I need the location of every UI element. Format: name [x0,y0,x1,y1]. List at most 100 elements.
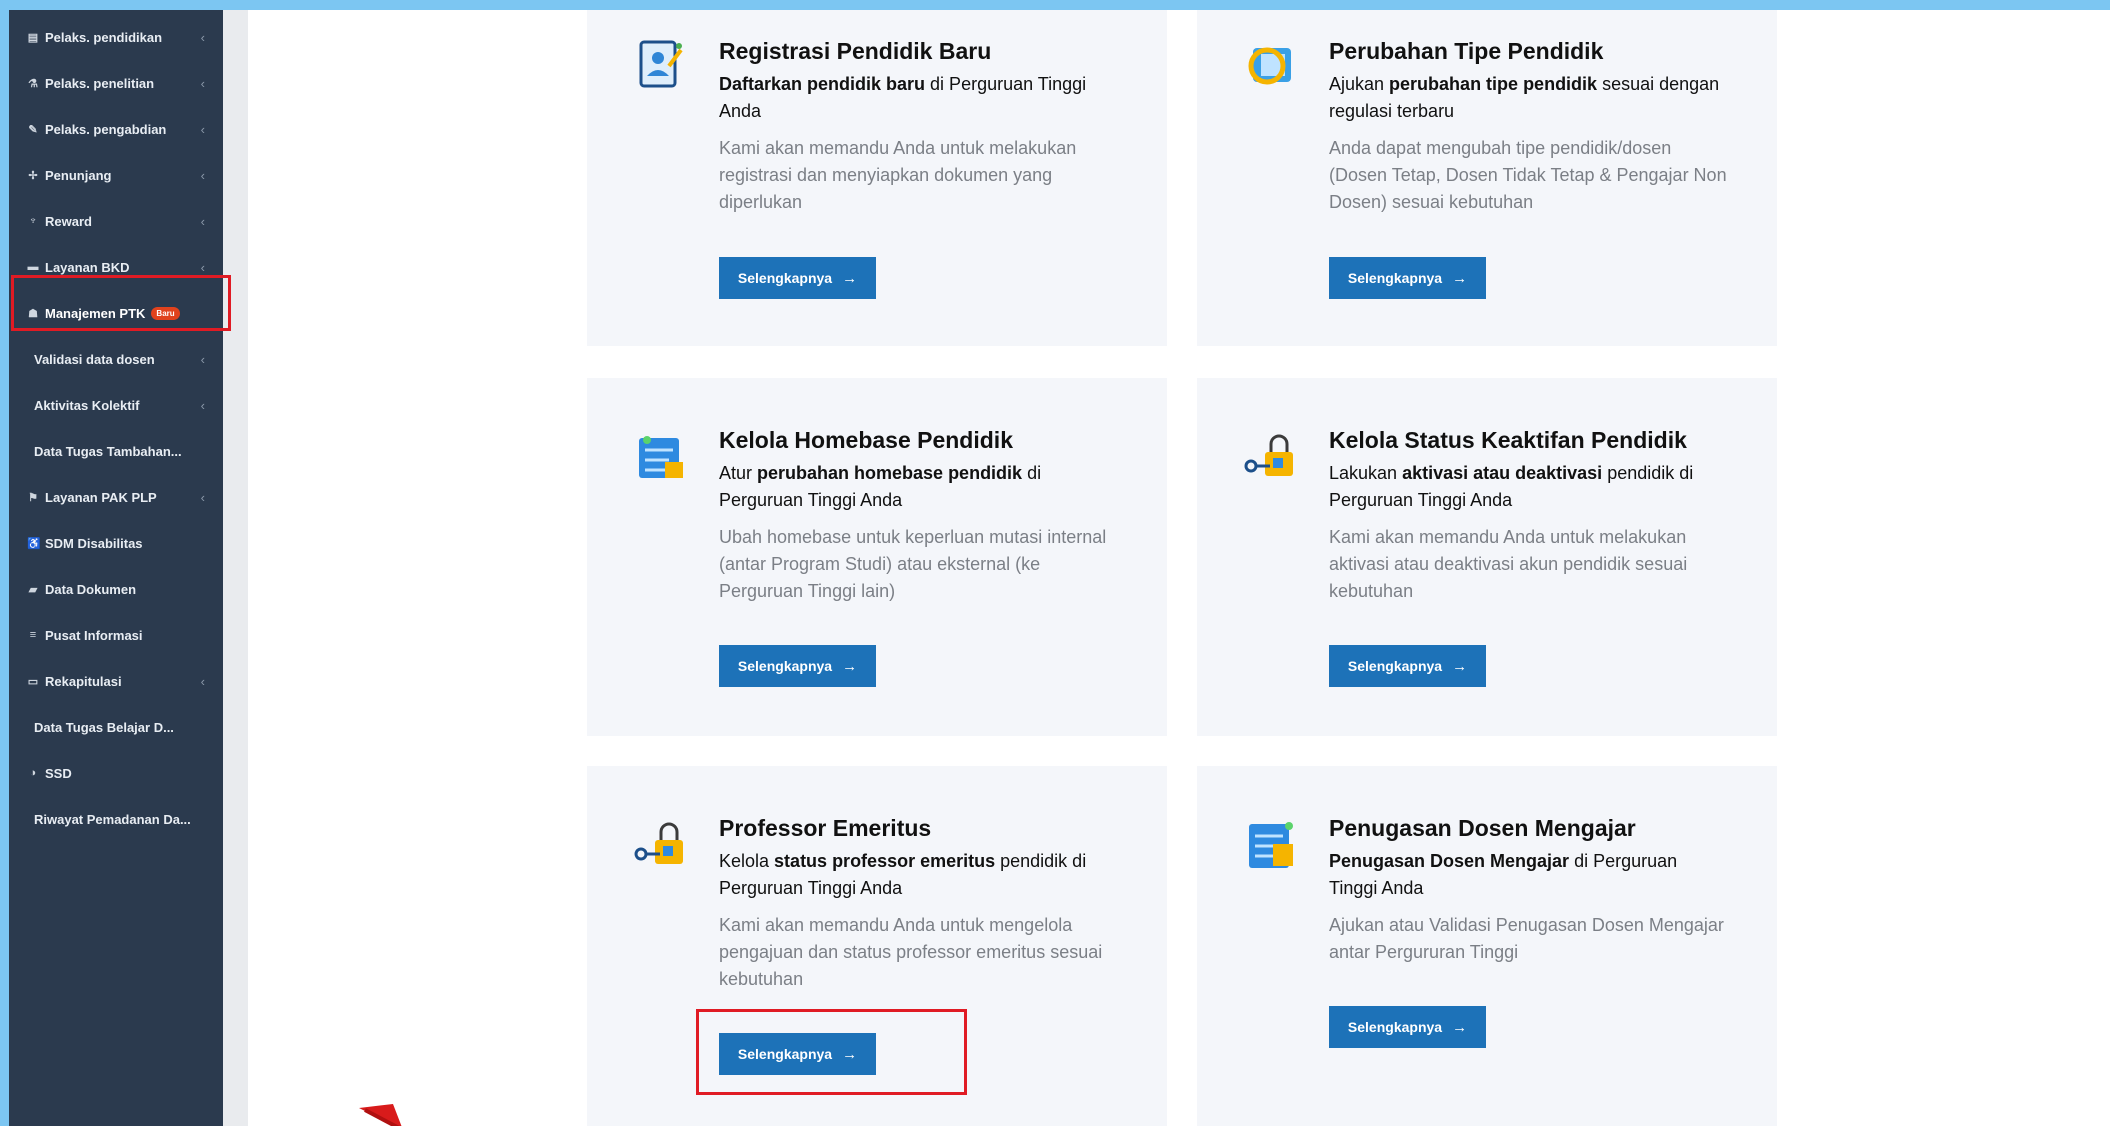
card-subtitle-bold: Daftarkan pendidik baru [719,74,926,94]
chevron-left-icon: ‹ [200,351,205,367]
card-title: Registrasi Pendidik Baru [719,38,992,64]
card-subtitle-text: Kelola [719,851,775,871]
sidebar-item[interactable]: ♆ Reward ‹ [9,198,223,244]
chevron-left-icon: ‹ [200,673,205,689]
card-title: Penugasan Dosen Mengajar [1329,815,1636,841]
sidebar-item[interactable]: ▭ Rekapitulasi ‹ [9,658,223,704]
red-pointer-arrow [359,1104,402,1126]
sidebar-item-label: SSD [45,765,72,781]
card-subtitle-bold: aktivasi atau deaktivasi [1402,463,1603,483]
card-title: Kelola Homebase Pendidik [719,427,1013,453]
service-card: Registrasi Pendidik Baru Daftarkan pendid… [587,10,1167,346]
card-body: Penugasan Dosen Mengajar Penugasan Dosen … [1329,813,1729,966]
sidebar-item[interactable]: Aktivitas Kolektif ‹ [9,382,223,428]
card-subtitle-bold: perubahan homebase pendidik [757,463,1023,483]
selengkapnya-button[interactable]: Selengkapnya → [719,645,876,687]
card-subtitle-text: Lakukan [1329,463,1403,483]
card-description: Ajukan atau Validasi Penugasan Dosen Men… [1329,915,1724,962]
arrow-right-icon: → [842,269,858,287]
sidebar-item[interactable]: Validasi data dosen ‹ [9,336,223,382]
card-subtitle-bold: Penugasan Dosen Mengajar [1329,851,1570,871]
sidebar-item-label: Layanan BKD [45,259,130,275]
card-subtitle: Ajukan perubahan tipe pendidik sesuai de… [1329,71,1729,125]
selengkapnya-button[interactable]: Selengkapnya → [1329,257,1486,299]
sidebar-item[interactable]: ◑ SSD [9,750,223,796]
card-title: Professor Emeritus [719,815,932,841]
selengkapnya-button[interactable]: Selengkapnya → [719,257,876,299]
card-body: Registrasi Pendidik Baru Daftarkan pendid… [719,36,1119,216]
sidebar-item[interactable]: ≡ Pusat Informasi [9,612,223,658]
sidebar: ▤ Pelaks. pendidikan ‹ ⚗ Pelaks. penelitian ‹… [9,10,223,1126]
service-card: Penugasan Dosen Mengajar Penugasan Dosen … [1197,766,1777,1126]
assignment-icon [1243,816,1299,872]
chevron-left-icon: ‹ [200,29,205,45]
contrast-icon: ◑ [29,767,37,779]
selengkapnya-button[interactable]: Selengkapnya → [1329,645,1486,687]
homebase-icon [633,428,689,484]
card-subtitle: Atur perubahan homebase pendidik di Perg… [719,460,1119,514]
button-label: Selengkapnya [1347,270,1443,286]
arrow-right-icon: → [842,657,858,675]
card-title: Perubahan Tipe Pendidik [1329,38,1604,64]
sidebar-item-label: Data Tugas Tambahan... [34,443,182,459]
link-icon: ✎ [28,123,38,136]
arrow-right-icon: → [1452,269,1468,287]
arrow-right-icon: → [1452,1018,1468,1036]
chevron-left-icon: ‹ [200,213,205,229]
sidebar-item[interactable]: ✎ Pelaks. pengabdian ‹ [9,106,223,152]
chevron-left-icon: ‹ [200,121,205,137]
service-card: Kelola Homebase Pendidik Atur perubahan h… [587,378,1167,736]
registration-icon [633,36,689,92]
button-highlight-box [696,1009,967,1095]
sidebar-item-label: Data Dokumen [45,581,137,597]
card-description: Ubah homebase untuk keperluan mutasi int… [719,527,1107,601]
trophy-icon: ♆ [28,215,38,227]
chevron-left-icon: ‹ [200,397,205,413]
sidebar-item-label: Penunjang [45,167,112,183]
sidebar-item[interactable]: ✢ Penunjang ‹ [9,152,223,198]
folder-icon: ▰ [28,583,38,596]
sidebar-item[interactable]: Riwayat Pemadanan Da... [9,796,223,842]
button-label: Selengkapnya [1347,658,1443,674]
sidebar-item-label: SDM Disabilitas [45,535,143,551]
change-type-icon [1243,36,1299,92]
card-description: Kami akan memandu Anda untuk melakukan r… [719,138,1077,212]
sidebar-item-label: Validasi data dosen [34,351,155,367]
card-description: Kami akan memandu Anda untuk mengelola p… [719,915,1103,989]
briefcase-icon: ▬ [27,261,39,273]
flag-icon: ⚑ [28,491,38,504]
sidebar-item-label: Pelaks. pengabdian [45,121,167,137]
card-subtitle: Daftarkan pendidik baru di Perguruan Tin… [719,71,1119,125]
chevron-left-icon: ‹ [200,75,205,91]
button-label: Selengkapnya [737,658,833,674]
chevron-left-icon: ‹ [200,259,205,275]
sidebar-gutter [223,10,248,1126]
sidebar-item-label: Riwayat Pemadanan Da... [34,811,191,827]
card-subtitle-bold: perubahan tipe pendidik [1389,74,1598,94]
sidebar-item[interactable]: ⚑ Layanan PAK PLP ‹ [9,474,223,520]
key-lock-icon [633,816,689,872]
chevron-left-icon: ‹ [200,167,205,183]
card-subtitle-bold: status professor emeritus [774,851,996,871]
sidebar-item-label: Rekapitulasi [45,673,122,689]
card-description: Anda dapat mengubah tipe pendidik/dosen … [1329,138,1727,212]
book-icon: ▤ [27,31,39,44]
cogs-icon: ✢ [28,169,38,182]
sidebar-item[interactable]: Data Tugas Tambahan... [9,428,223,474]
button-label: Selengkapnya [737,270,833,286]
sidebar-item[interactable]: ▰ Data Dokumen [9,566,223,612]
card-body: Professor Emeritus Kelola status professo… [719,813,1119,993]
selengkapnya-button[interactable]: Selengkapnya → [1329,1006,1486,1048]
sidebar-item[interactable]: ♿ SDM Disabilitas [9,520,223,566]
wheelchair-icon: ♿ [27,537,41,550]
card-title: Kelola Status Keaktifan Pendidik [1329,427,1687,453]
table-icon: ▭ [27,675,39,688]
sidebar-item[interactable]: ⚗ Pelaks. penelitian ‹ [9,60,223,106]
key-lock-icon [1243,428,1299,484]
button-label: Selengkapnya [1347,1019,1443,1035]
sidebar-item-label: Pusat Informasi [45,627,143,643]
sidebar-item-label: Pelaks. penelitian [45,75,155,91]
sidebar-item[interactable]: Data Tugas Belajar D... [9,704,223,750]
card-subtitle: Penugasan Dosen Mengajar di Perguruan Ti… [1329,848,1729,902]
sidebar-item[interactable]: ▤ Pelaks. pendidikan ‹ [9,14,223,60]
